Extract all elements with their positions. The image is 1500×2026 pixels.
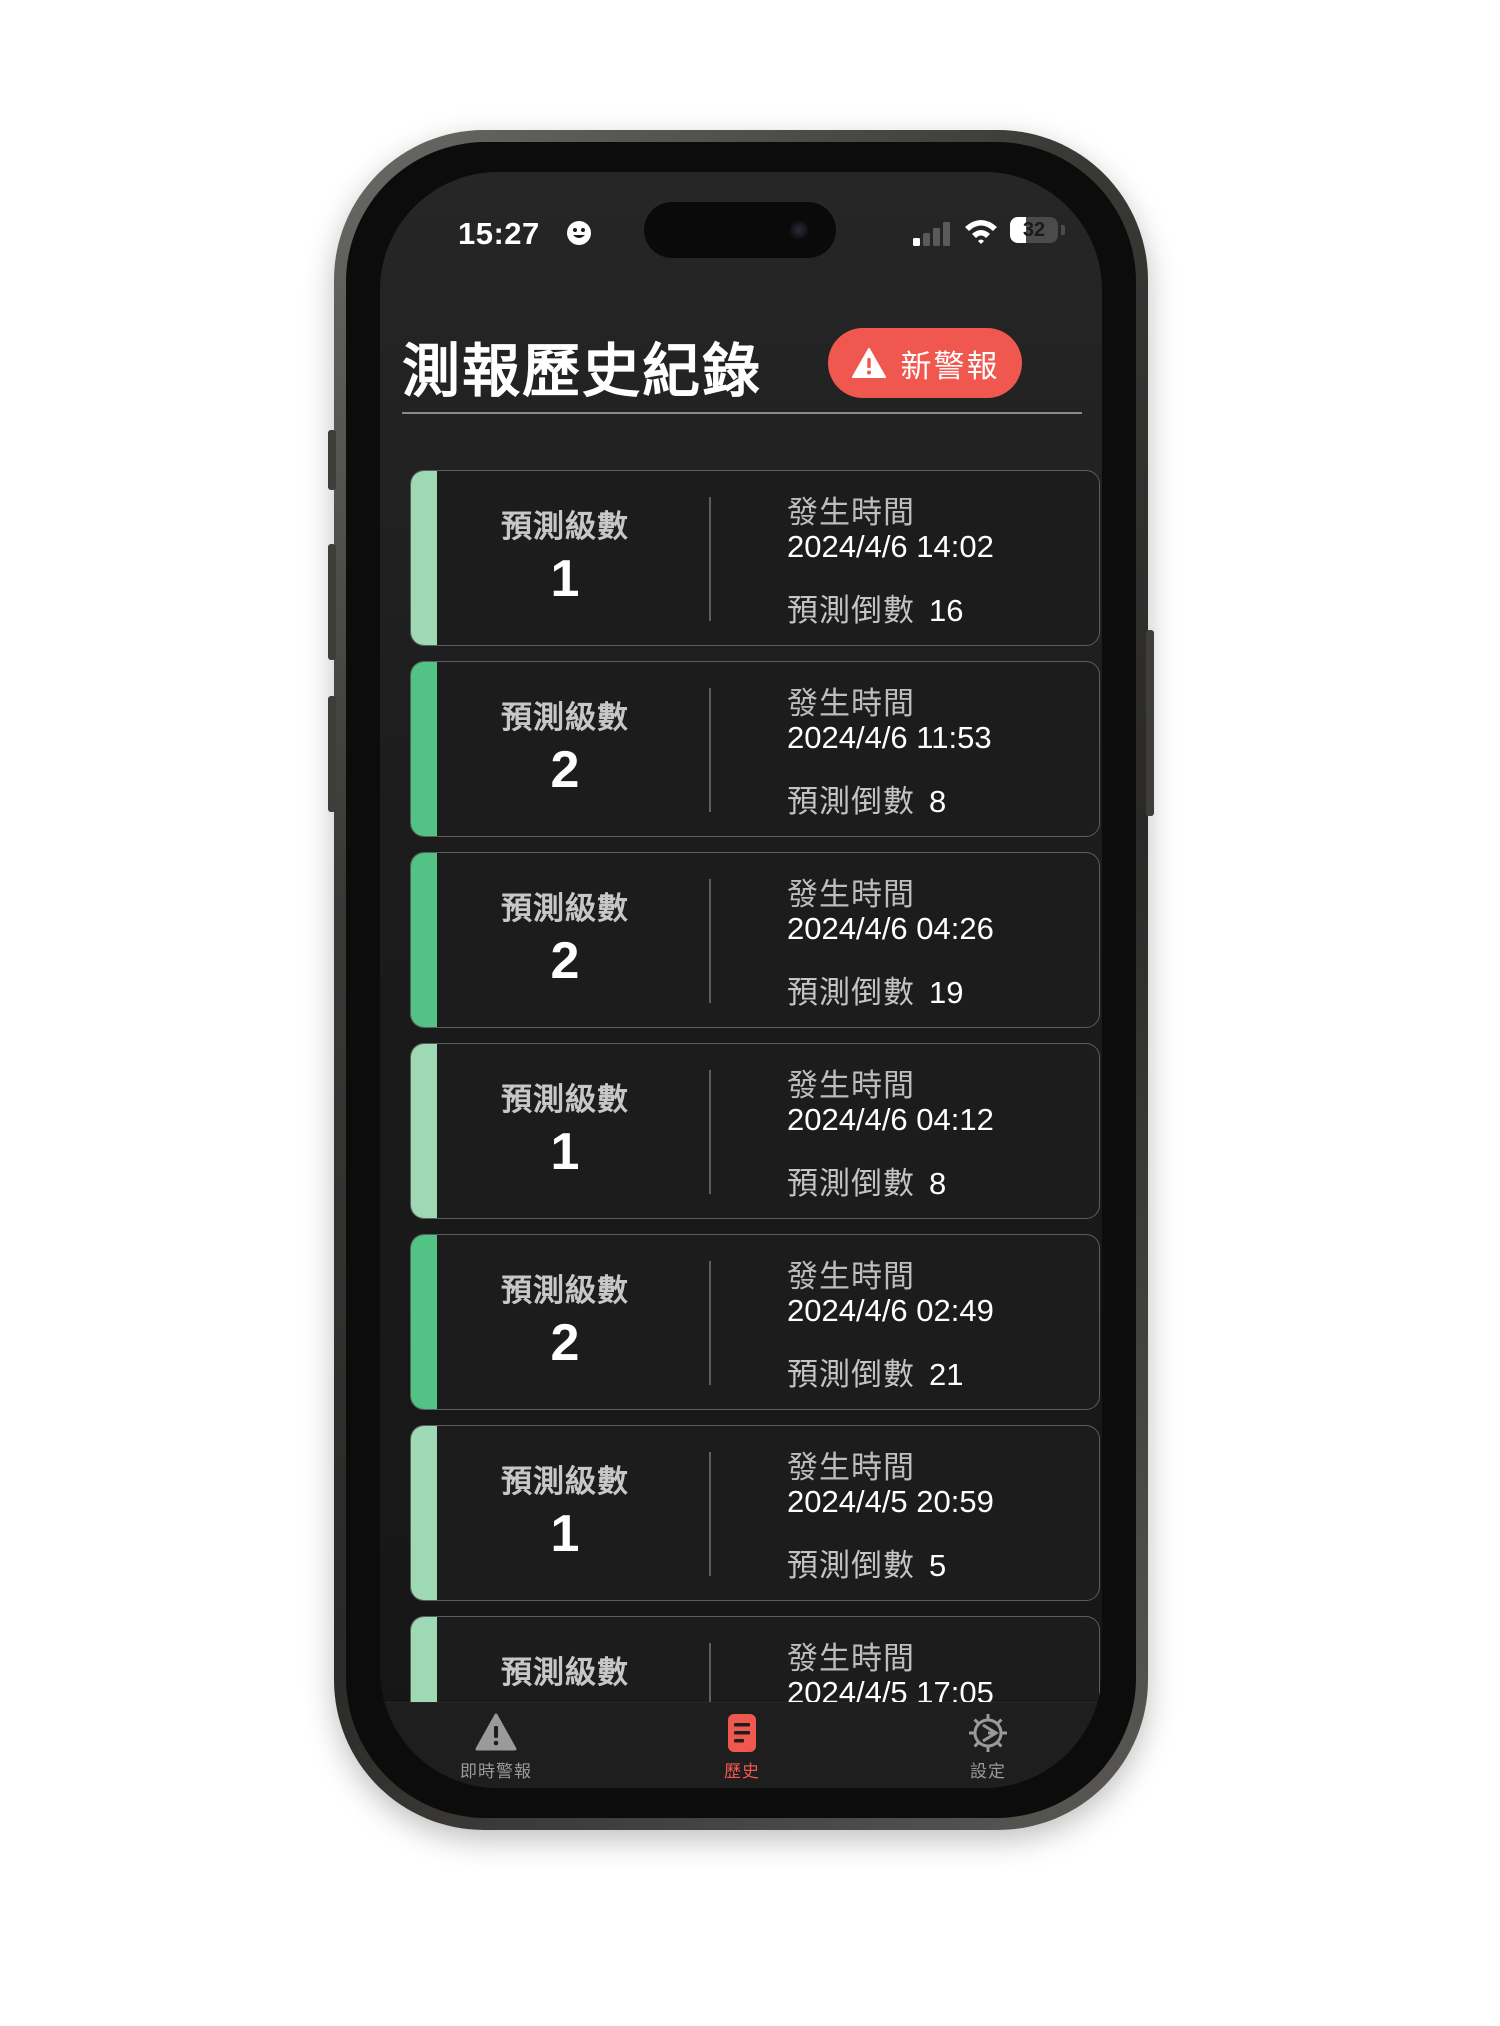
level-indicator-bar: [411, 853, 437, 1027]
card-divider: [709, 1452, 711, 1576]
countdown-value: 8: [929, 784, 947, 819]
level-value: 1: [550, 1505, 580, 1563]
card-divider: [709, 688, 711, 812]
phone-bezel: 15:27 32 測報歷史紀錄 新警報 預測級數 1 發生時間 2024/4/6…: [346, 142, 1136, 1818]
tab-bar: 即時警報 歷史 設定: [380, 1702, 1102, 1788]
countdown-value: 5: [929, 1548, 947, 1583]
level-indicator-bar: [411, 662, 437, 836]
time-label: 發生時間: [787, 877, 915, 913]
time-value: 2024/4/6 04:12: [787, 1102, 994, 1137]
time-label: 發生時間: [787, 1068, 915, 1104]
time-value: 2024/4/5 20:59: [787, 1484, 994, 1519]
countdown-value: 16: [929, 593, 964, 628]
dynamic-island: [644, 202, 836, 258]
battery-level: 32: [1022, 219, 1046, 241]
countdown-value: 8: [929, 1166, 947, 1201]
history-card[interactable]: 預測級數 2 發生時間 2024/4/6 04:26 預測倒數 19: [410, 852, 1100, 1028]
history-card[interactable]: 預測級數 發生時間 2024/4/5 17:05: [410, 1616, 1100, 1702]
app-screen: 15:27 32 測報歷史紀錄 新警報 預測級數 1 發生時間 2024/4/6…: [380, 172, 1102, 1788]
time-label: 發生時間: [787, 686, 915, 722]
countdown-label: 預測倒數: [787, 784, 915, 820]
level-indicator-bar: [411, 1044, 437, 1218]
gear-icon: [969, 1714, 1007, 1752]
countdown: 預測倒數 5: [787, 1540, 946, 1585]
time-label: 發生時間: [787, 1641, 915, 1677]
countdown: 預測倒數 8: [787, 776, 946, 821]
time-value: 2024/4/5 17:05: [787, 1675, 994, 1702]
new-alert-label: 新警報: [900, 348, 1000, 385]
countdown-value: 21: [929, 1357, 964, 1392]
card-divider: [709, 1070, 711, 1194]
history-card[interactable]: 預測級數 1 發生時間 2024/4/6 14:02 預測倒數 16: [410, 470, 1100, 646]
tab-settings[interactable]: 設定: [928, 1711, 1048, 1782]
history-card[interactable]: 預測級數 1 發生時間 2024/4/6 04:12 預測倒數 8: [410, 1043, 1100, 1219]
history-list[interactable]: 預測級數 1 發生時間 2024/4/6 14:02 預測倒數 16 預測級數 …: [410, 470, 1102, 1702]
card-divider: [709, 1261, 711, 1385]
countdown: 預測倒數 19: [787, 967, 963, 1012]
status-time: 15:27: [458, 216, 540, 251]
document-icon: [728, 1714, 756, 1752]
page-header: 測報歷史紀錄 新警報: [402, 300, 1082, 414]
warning-icon: [475, 1713, 517, 1751]
history-card[interactable]: 預測級數 2 發生時間 2024/4/6 11:53 預測倒數 8: [410, 661, 1100, 837]
tab-label: 即時警報: [460, 1762, 532, 1782]
tab-label: 歷史: [724, 1762, 760, 1782]
phone-frame: 15:27 32 測報歷史紀錄 新警報 預測級數 1 發生時間 2024/4/6…: [328, 130, 1154, 1830]
tab-history[interactable]: 歷史: [682, 1711, 802, 1782]
camera-icon: [790, 221, 808, 239]
time-label: 發生時間: [787, 495, 915, 531]
warning-icon: [851, 348, 886, 378]
card-divider: [709, 497, 711, 621]
new-alert-button[interactable]: 新警報: [828, 328, 1022, 398]
tab-live-alerts[interactable]: 即時警報: [436, 1711, 556, 1782]
level-label: 預測級數: [501, 1273, 629, 1309]
card-divider: [709, 1643, 711, 1702]
time-value: 2024/4/6 02:49: [787, 1293, 994, 1328]
level-value: 2: [550, 741, 580, 799]
countdown-label: 預測倒數: [787, 1166, 915, 1202]
page-title: 測報歷史紀錄: [402, 337, 763, 405]
countdown-label: 預測倒數: [787, 1548, 915, 1584]
volume-up-button: [328, 544, 336, 660]
level-label: 預測級數: [501, 700, 629, 736]
countdown-value: 19: [929, 975, 964, 1010]
level-label: 預測級數: [501, 1655, 629, 1691]
wifi-icon: [965, 220, 997, 244]
countdown: 預測倒數 21: [787, 1349, 963, 1394]
action-button: [328, 430, 336, 490]
card-divider: [709, 879, 711, 1003]
level-label: 預測級數: [501, 1082, 629, 1118]
countdown-label: 預測倒數: [787, 593, 915, 629]
countdown-label: 預測倒數: [787, 975, 915, 1011]
power-button: [1146, 630, 1154, 816]
level-value: 1: [550, 1123, 580, 1181]
level-indicator-bar: [411, 471, 437, 645]
battery-icon: 32: [1010, 217, 1058, 243]
level-label: 預測級數: [501, 509, 629, 545]
level-indicator-bar: [411, 1617, 437, 1702]
level-value: 2: [550, 1314, 580, 1372]
time-value: 2024/4/6 11:53: [787, 720, 992, 755]
level-value: 2: [550, 932, 580, 990]
time-label: 發生時間: [787, 1259, 915, 1295]
history-card[interactable]: 預測級數 2 發生時間 2024/4/6 02:49 預測倒數 21: [410, 1234, 1100, 1410]
level-indicator-bar: [411, 1235, 437, 1409]
time-value: 2024/4/6 04:26: [787, 911, 994, 946]
cellular-signal-icon: [913, 222, 950, 246]
history-card[interactable]: 預測級數 1 發生時間 2024/4/5 20:59 預測倒數 5: [410, 1425, 1100, 1601]
tab-label: 設定: [970, 1762, 1006, 1782]
smiley-icon: [567, 221, 591, 245]
level-value: 1: [550, 550, 580, 608]
level-label: 預測級數: [501, 891, 629, 927]
countdown: 預測倒數 16: [787, 585, 963, 630]
volume-down-button: [328, 696, 336, 812]
level-indicator-bar: [411, 1426, 437, 1600]
countdown-label: 預測倒數: [787, 1357, 915, 1393]
level-label: 預測級數: [501, 1464, 629, 1500]
status-bar: 15:27 32: [380, 172, 1102, 272]
time-value: 2024/4/6 14:02: [787, 529, 994, 564]
countdown: 預測倒數 8: [787, 1158, 946, 1203]
time-label: 發生時間: [787, 1450, 915, 1486]
